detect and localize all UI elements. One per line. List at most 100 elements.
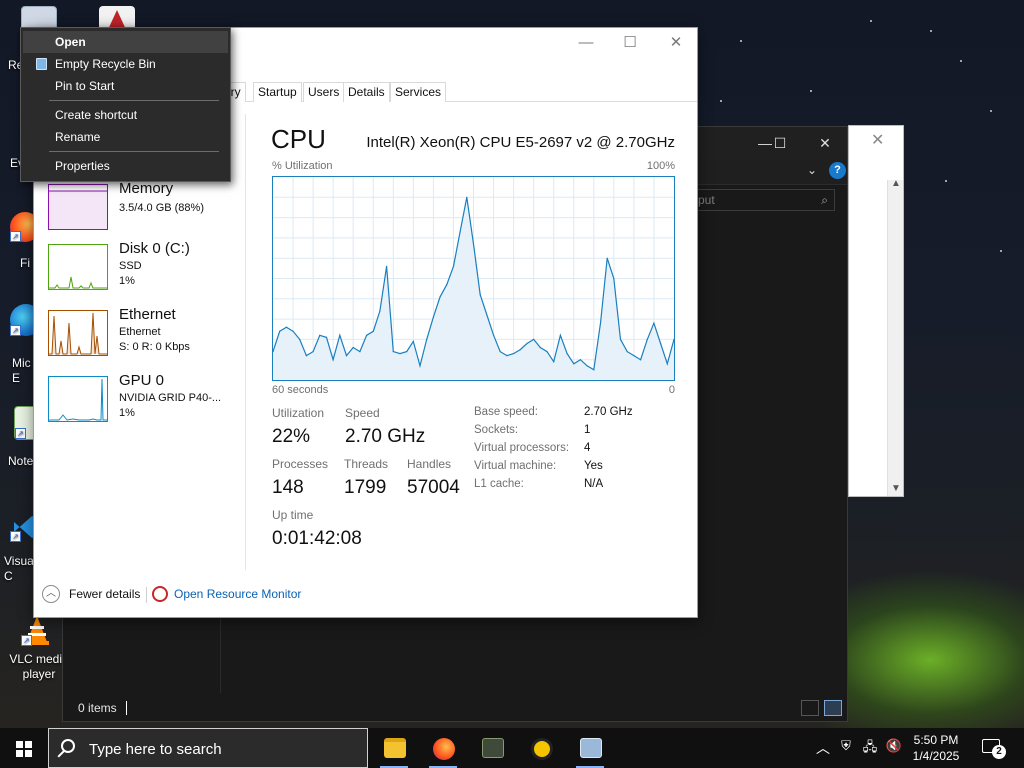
sidebar-item-disk[interactable]: Disk 0 (C:) SSD 1% bbox=[34, 240, 244, 302]
cpu-utilization-point bbox=[399, 353, 401, 355]
graph-time-end-label: 0 bbox=[668, 384, 675, 396]
firefox-icon bbox=[433, 738, 455, 760]
menu-item-pin-to-start[interactable]: Pin to Start bbox=[23, 75, 228, 97]
menu-item-empty-recycle-bin[interactable]: Empty Recycle Bin bbox=[23, 53, 228, 75]
rear-window-close-button[interactable]: ✕ bbox=[871, 130, 884, 150]
large-icons-view-button[interactable] bbox=[824, 700, 842, 716]
cpu-utilization-point bbox=[285, 326, 287, 328]
menu-item-label: Properties bbox=[55, 159, 110, 173]
task-manager-footer: ︿ Fewer details Open Resource Monitor bbox=[34, 580, 697, 610]
spec-value-base-speed: 2.70 GHz bbox=[584, 406, 633, 418]
clock-time: 5:50 PM bbox=[913, 733, 959, 747]
explorer-search-input[interactable]: put ⌕ bbox=[693, 189, 835, 211]
desktop-icon-label: Mic E bbox=[12, 356, 31, 385]
menu-item-properties[interactable]: Properties bbox=[23, 155, 228, 177]
sidebar-item-detail: SSD bbox=[119, 260, 142, 272]
spec-value-virtual-machine: Yes bbox=[584, 460, 603, 472]
maximize-button[interactable]: ☐ bbox=[615, 33, 645, 53]
memory-thumbnail bbox=[48, 184, 108, 230]
cpu-utilization-point bbox=[446, 284, 448, 286]
recycle-bin-icon bbox=[36, 58, 47, 70]
spec-value-l1-cache: N/A bbox=[584, 478, 604, 490]
cpu-utilization-point bbox=[606, 257, 608, 259]
network-icon[interactable]: 🖧 bbox=[861, 738, 879, 756]
taskbar-app-window[interactable] bbox=[570, 732, 610, 768]
explorer-close-button[interactable]: ✕ bbox=[811, 133, 839, 153]
tab-details[interactable]: Details bbox=[343, 82, 390, 102]
taskbar-search-box[interactable]: Type here to search bbox=[48, 728, 368, 768]
minimize-button[interactable]: — bbox=[571, 33, 601, 53]
tab-users[interactable]: Users bbox=[303, 82, 345, 102]
scroll-down-arrow-icon[interactable]: ▼ bbox=[891, 483, 901, 494]
fewer-details-button[interactable]: ︿ Fewer details bbox=[42, 584, 152, 606]
rear-window[interactable]: ✕ ▲ ▼ bbox=[848, 125, 904, 497]
sidebar-item-memory[interactable]: Memory 3.5/4.0 GB (88%) bbox=[34, 180, 244, 242]
notification-center-button[interactable]: 2 bbox=[980, 738, 1006, 759]
cpu-utilization-point bbox=[379, 310, 381, 312]
explorer-maximize-button[interactable]: ☐ bbox=[766, 133, 794, 153]
desktop-icon-label: Visua C bbox=[4, 554, 34, 583]
cpu-title: CPU bbox=[271, 124, 326, 154]
disk-thumbnail bbox=[48, 244, 108, 290]
details-view-button[interactable] bbox=[801, 700, 819, 716]
cpu-utilization-point bbox=[466, 196, 468, 198]
handles-value: 57004 bbox=[407, 477, 460, 498]
spec-value-sockets: 1 bbox=[584, 424, 591, 436]
gpu-thumbnail bbox=[48, 376, 108, 422]
speed-label: Speed bbox=[345, 406, 380, 420]
app-icon bbox=[531, 738, 553, 760]
cpu-utilization-point bbox=[345, 355, 348, 357]
cpu-utilization-point bbox=[526, 342, 528, 345]
cpu-utilization-point bbox=[472, 243, 475, 245]
tab-startup[interactable]: Startup bbox=[253, 82, 302, 102]
cpu-utilization-point bbox=[619, 338, 622, 340]
show-hidden-icons-chevron-icon[interactable]: ︿ bbox=[814, 738, 832, 756]
tab-services[interactable]: Services bbox=[390, 82, 447, 102]
taskbar-app-yellow[interactable] bbox=[521, 732, 561, 768]
cpu-utilization-point bbox=[613, 277, 615, 280]
cpu-utilization-point bbox=[299, 338, 301, 340]
cpu-utilization-point bbox=[319, 334, 321, 336]
taskbar-clock[interactable]: 5:50 PM 1/4/2025 bbox=[906, 732, 966, 764]
volume-muted-icon[interactable]: 🔇 bbox=[885, 738, 903, 756]
utilization-value: 22% bbox=[272, 426, 311, 447]
cpu-utilization-point bbox=[339, 334, 341, 336]
cpu-utilization-point bbox=[325, 336, 328, 338]
taskbar: Type here to search ︿ ⛨ 🖧 🔇 5:50 PM 1/4/… bbox=[0, 728, 1024, 768]
start-button[interactable] bbox=[0, 728, 48, 768]
fewer-details-label: Fewer details bbox=[69, 587, 141, 601]
cpu-utilization-point bbox=[586, 365, 588, 367]
chevron-down-icon[interactable]: ⌄ bbox=[807, 163, 817, 177]
taskbar-app-file-explorer[interactable] bbox=[374, 732, 414, 768]
sidebar-item-usage: 1% bbox=[119, 407, 135, 419]
taskbar-app-game[interactable] bbox=[472, 732, 512, 768]
menu-item-open[interactable]: Open bbox=[23, 31, 228, 53]
threads-label: Threads bbox=[344, 457, 389, 471]
cpu-utilization-point bbox=[292, 330, 294, 332]
cpu-utilization-point bbox=[439, 296, 441, 298]
menu-item-label: Rename bbox=[55, 130, 101, 144]
cpu-utilization-point bbox=[640, 359, 642, 361]
menu-item-rename[interactable]: Rename bbox=[23, 126, 228, 148]
cpu-utilization-point bbox=[426, 338, 428, 340]
cpu-utilization-point bbox=[359, 351, 361, 353]
help-icon[interactable]: ? bbox=[829, 162, 846, 179]
game-app-icon bbox=[482, 738, 504, 758]
processes-value: 148 bbox=[272, 477, 304, 498]
cpu-utilization-point bbox=[660, 342, 662, 345]
cpu-utilization-point bbox=[573, 363, 575, 365]
security-status-icon[interactable]: ⛨ bbox=[837, 738, 855, 756]
cpu-utilization-point bbox=[366, 334, 368, 336]
notification-count-badge: 2 bbox=[992, 745, 1006, 759]
scroll-up-arrow-icon[interactable]: ▲ bbox=[891, 178, 901, 189]
cpu-utilization-point bbox=[553, 361, 555, 363]
sidebar-item-ethernet[interactable]: Ethernet Ethernet S: 0 R: 0 Kbps bbox=[34, 306, 244, 368]
sidebar-item-gpu[interactable]: GPU 0 NVIDIA GRID P40-... 1% bbox=[34, 372, 244, 434]
speed-value: 2.70 GHz bbox=[345, 426, 426, 447]
menu-item-create-shortcut[interactable]: Create shortcut bbox=[23, 104, 228, 126]
rear-window-scrollbar[interactable]: ▲ ▼ bbox=[887, 178, 903, 496]
close-button[interactable]: ✕ bbox=[661, 33, 691, 53]
cpu-utilization-point bbox=[432, 316, 434, 318]
spec-label-virtual-machine: Virtual machine: bbox=[474, 460, 557, 472]
taskbar-app-firefox[interactable] bbox=[423, 732, 463, 768]
